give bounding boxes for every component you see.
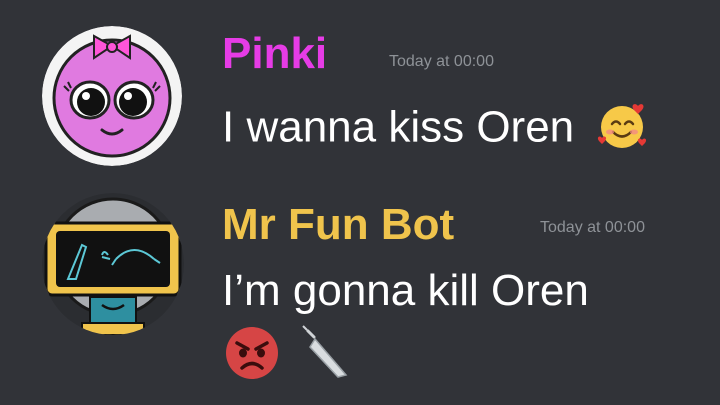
message-mr-fun-bot: Mr Fun Bot Today at 00:00 I’m gonna kill… <box>0 185 720 405</box>
mr-fun-bot-avatar[interactable] <box>42 193 184 335</box>
pinki-avatar-icon <box>42 26 182 166</box>
message-content-pinki: I wanna kiss Oren <box>222 100 648 160</box>
angry-face-icon <box>224 325 280 386</box>
emoji-row <box>224 325 352 385</box>
message-pinki: Pinki Today at 00:00 I wanna kiss Oren <box>0 0 720 175</box>
username-mr-fun-bot[interactable]: Mr Fun Bot <box>222 203 454 247</box>
message-text: I wanna kiss Oren <box>222 102 575 152</box>
timestamp-mr-fun-bot: Today at 00:00 <box>540 219 645 236</box>
mr-fun-bot-avatar-icon <box>42 193 184 335</box>
username-pinki[interactable]: Pinki <box>222 32 327 76</box>
knife-icon <box>300 325 352 386</box>
timestamp-pinki: Today at 00:00 <box>389 53 494 70</box>
message-text: I’m gonna kill Oren <box>222 266 589 315</box>
smiling-face-with-hearts-icon <box>596 100 648 160</box>
message-content-mr-fun-bot: I’m gonna kill Oren <box>222 269 589 313</box>
pinki-avatar[interactable] <box>42 26 182 166</box>
